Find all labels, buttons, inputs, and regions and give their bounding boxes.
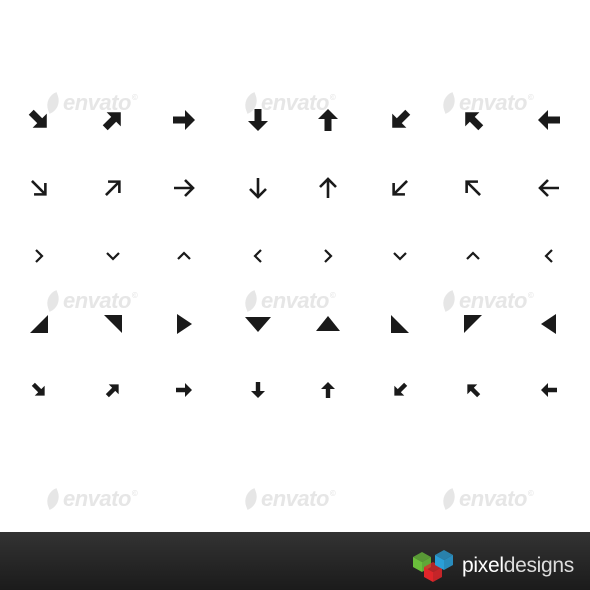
arrow-down-icon [249,178,267,199]
triangle-left-icon [541,314,556,334]
arrow-up-right-icon [105,384,119,398]
arrow-left-icon [541,383,557,397]
arrow-up-left-icon [467,384,481,398]
triangle-bottom-right-icon [391,315,409,333]
arrow-up-right-icon [102,112,121,131]
arrow-right-icon [173,110,195,130]
arrow-down-right-icon [31,180,47,196]
arrow-down-right-icon [28,109,47,128]
arrow-down-icon [248,109,268,131]
chevron-up-icon [177,251,191,260]
icon-grid [28,109,560,398]
arrow-right-icon [176,383,192,397]
brand-name: pixeldesigns [462,554,574,577]
chevron-up-icon [466,251,480,260]
arrow-down-icon [251,382,265,398]
triangle-down-icon [245,317,271,332]
arrow-right-icon [174,179,195,197]
triangle-top-left-icon [104,315,122,333]
triangle-up-icon [316,316,340,331]
arrow-up-icon [319,177,337,198]
triangle-top-left-icon [464,315,482,333]
chevron-left-icon [253,249,262,263]
footer-bar: pixeldesigns [0,532,590,590]
arrow-left-icon [538,110,560,130]
arrow-up-left-icon [465,112,484,131]
chevron-down-icon [106,252,120,261]
arrow-up-icon [321,382,335,398]
arrow-down-left-icon [392,180,408,196]
chevron-right-icon [324,249,333,263]
arrow-down-left-icon [394,382,408,396]
arrow-down-left-icon [392,109,411,128]
arrow-up-icon [318,109,338,131]
arrow-up-right-icon [105,180,121,196]
arrow-left-icon [538,179,559,197]
chevron-left-icon [544,249,553,263]
triangle-right-icon [177,314,192,334]
arrow-down-right-icon [31,382,45,396]
brand-logo: pixeldesigns [410,546,574,586]
chevron-right-icon [35,249,44,263]
chevron-down-icon [393,252,407,261]
arrow-up-left-icon [465,180,481,196]
cubes-logo-icon [413,550,453,582]
triangle-bottom-left-icon [30,315,48,333]
